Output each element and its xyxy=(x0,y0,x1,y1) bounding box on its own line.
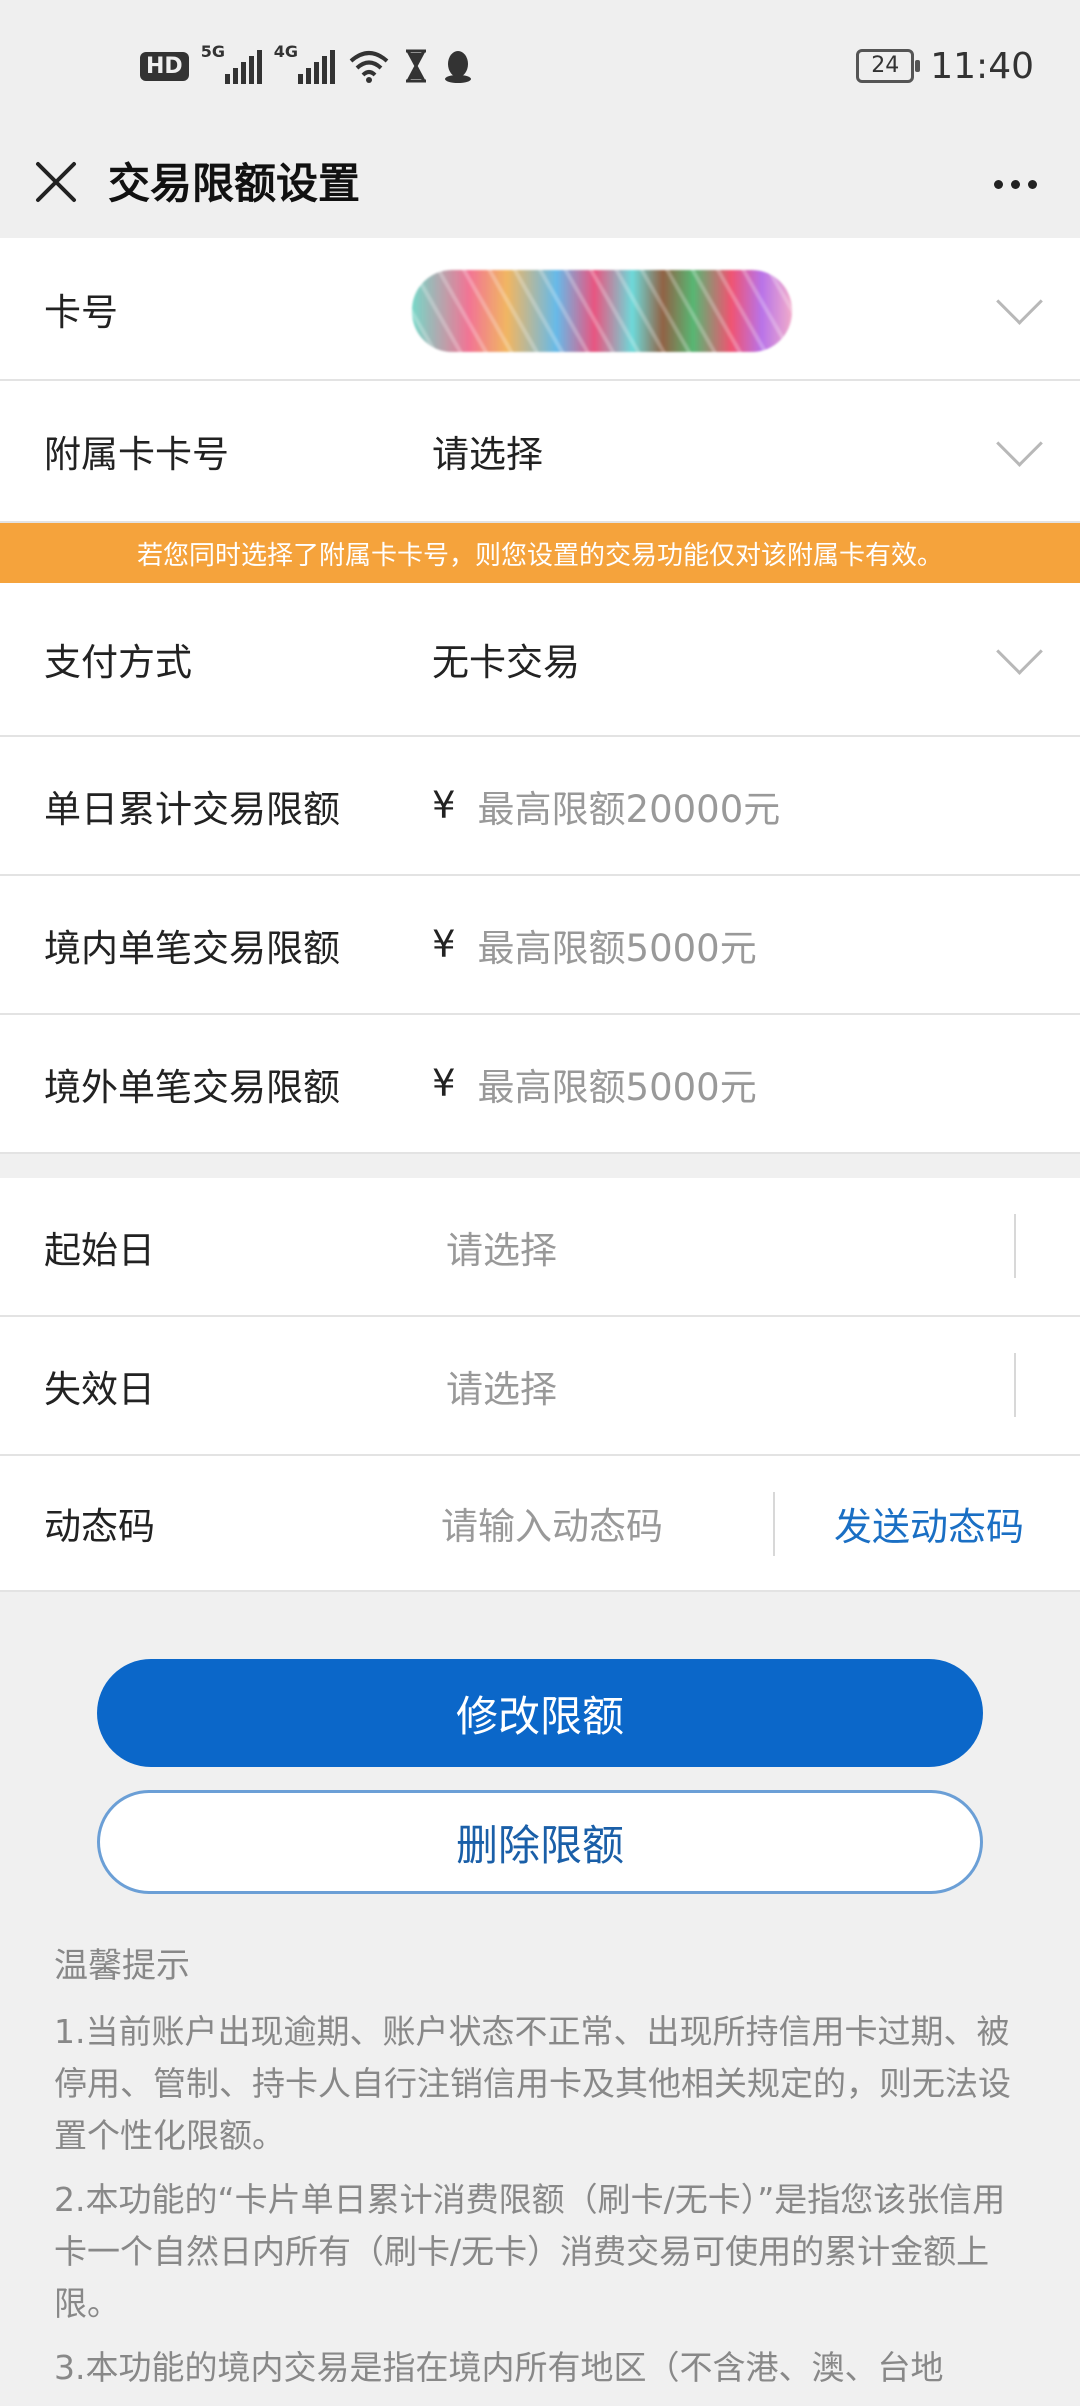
chevron-down-icon[interactable] xyxy=(996,628,1043,675)
clock: 11:40 xyxy=(930,45,1034,87)
domestic-limit-label: 境内单笔交易限额 xyxy=(44,926,340,970)
chevron-down-icon[interactable] xyxy=(996,420,1043,467)
start-date-picker[interactable]: 请选择 xyxy=(446,1178,557,1315)
otp-label: 动态码 xyxy=(44,1505,155,1548)
otp-input[interactable]: 请输入动态码 xyxy=(441,1456,663,1590)
otp-row: 动态码 请输入动态码 发送动态码 xyxy=(0,1456,1080,1592)
card-number-label: 卡号 xyxy=(44,290,118,334)
sub-card-label: 附属卡卡号 xyxy=(44,433,229,476)
signal-5g-icon: 5G xyxy=(201,42,262,84)
overseas-limit-input[interactable]: ¥ 最高限额5000元 xyxy=(432,1015,757,1152)
tip-item: 3.本功能的境内交易是指在境内所有地区（不含港、澳、台地 xyxy=(54,2348,944,2387)
more-dots-icon xyxy=(993,179,1003,189)
modify-limit-button[interactable]: 修改限额 xyxy=(97,1659,983,1767)
divider xyxy=(773,1492,775,1556)
overseas-limit-row: 境外单笔交易限额 ¥ 最高限额5000元 xyxy=(0,1015,1080,1154)
close-button[interactable] xyxy=(24,150,88,214)
currency-symbol: ¥ xyxy=(432,1062,456,1105)
currency-symbol: ¥ xyxy=(432,923,456,966)
signal-4g-icon: 4G xyxy=(274,42,335,84)
payment-method-label: 支付方式 xyxy=(44,641,192,684)
end-date-picker[interactable]: 请选择 xyxy=(446,1317,557,1454)
start-date-row[interactable]: 起始日 请选择 xyxy=(0,1178,1080,1317)
chevron-down-icon[interactable] xyxy=(996,277,1043,325)
tips-title: 温馨提示 xyxy=(54,1946,190,1986)
overseas-limit-label: 境外单笔交易限额 xyxy=(44,1065,340,1109)
payment-method-row[interactable]: 支付方式 无卡交易 xyxy=(0,583,1080,737)
tips-section: 温馨提示 1.当前账户出现逾期、账户状态不正常、出现所持信用卡过期、被停用、管制… xyxy=(54,1940,1034,2406)
hd-voice-icon: HD xyxy=(140,51,189,81)
masked-card-number xyxy=(412,270,792,352)
daily-limit-row: 单日累计交易限额 ¥ 最高限额20000元 xyxy=(0,737,1080,876)
tip-item: 2.本功能的“卡片单日累计消费限额（刷卡/无卡）”是指您该张信用卡一个自然日内所… xyxy=(54,2180,1006,2323)
battery-icon: 24 xyxy=(856,49,921,83)
more-options-button[interactable] xyxy=(980,152,1050,216)
divider xyxy=(1014,1214,1016,1278)
divider xyxy=(1014,1353,1016,1417)
sub-card-value[interactable]: 请选择 xyxy=(432,381,543,521)
sub-card-notice: 若您同时选择了附属卡卡号，则您设置的交易功能仅对该附属卡有效。 xyxy=(0,523,1080,583)
delete-limit-button[interactable]: 删除限额 xyxy=(97,1790,983,1894)
sub-card-row[interactable]: 附属卡卡号 请选择 xyxy=(0,381,1080,523)
overseas-limit-placeholder: 最高限额5000元 xyxy=(477,1065,757,1109)
status-icons-left: HD 5G 4G xyxy=(140,42,473,88)
start-date-label: 起始日 xyxy=(44,1228,155,1272)
status-icons-right: 24 11:40 xyxy=(856,44,1034,88)
daily-limit-placeholder: 最高限额20000元 xyxy=(477,787,781,831)
payment-method-value[interactable]: 无卡交易 xyxy=(432,583,580,735)
hourglass-icon xyxy=(405,49,426,83)
domestic-limit-input[interactable]: ¥ 最高限额5000元 xyxy=(432,876,757,1013)
close-icon xyxy=(36,162,76,202)
domestic-limit-placeholder: 最高限额5000元 xyxy=(477,926,757,970)
status-bar: HD 5G 4G 24 11:40 xyxy=(0,0,1080,130)
end-date-row[interactable]: 失效日 请选择 xyxy=(0,1317,1080,1456)
currency-symbol: ¥ xyxy=(432,784,456,827)
send-otp-button[interactable]: 发送动态码 xyxy=(834,1456,1024,1590)
daily-limit-input[interactable]: ¥ 最高限额20000元 xyxy=(432,737,780,874)
page-title: 交易限额设置 xyxy=(108,159,361,208)
section-gap xyxy=(0,1154,1080,1178)
nav-bar: 交易限额设置 xyxy=(0,130,1080,238)
wifi-icon xyxy=(349,51,389,83)
tip-item: 1.当前账户出现逾期、账户状态不正常、出现所持信用卡过期、被停用、管制、持卡人自… xyxy=(54,2012,1011,2155)
domestic-limit-row: 境内单笔交易限额 ¥ 最高限额5000元 xyxy=(0,876,1080,1015)
end-date-label: 失效日 xyxy=(44,1367,155,1411)
qq-penguin-icon xyxy=(444,51,471,83)
daily-limit-label: 单日累计交易限额 xyxy=(44,787,340,831)
